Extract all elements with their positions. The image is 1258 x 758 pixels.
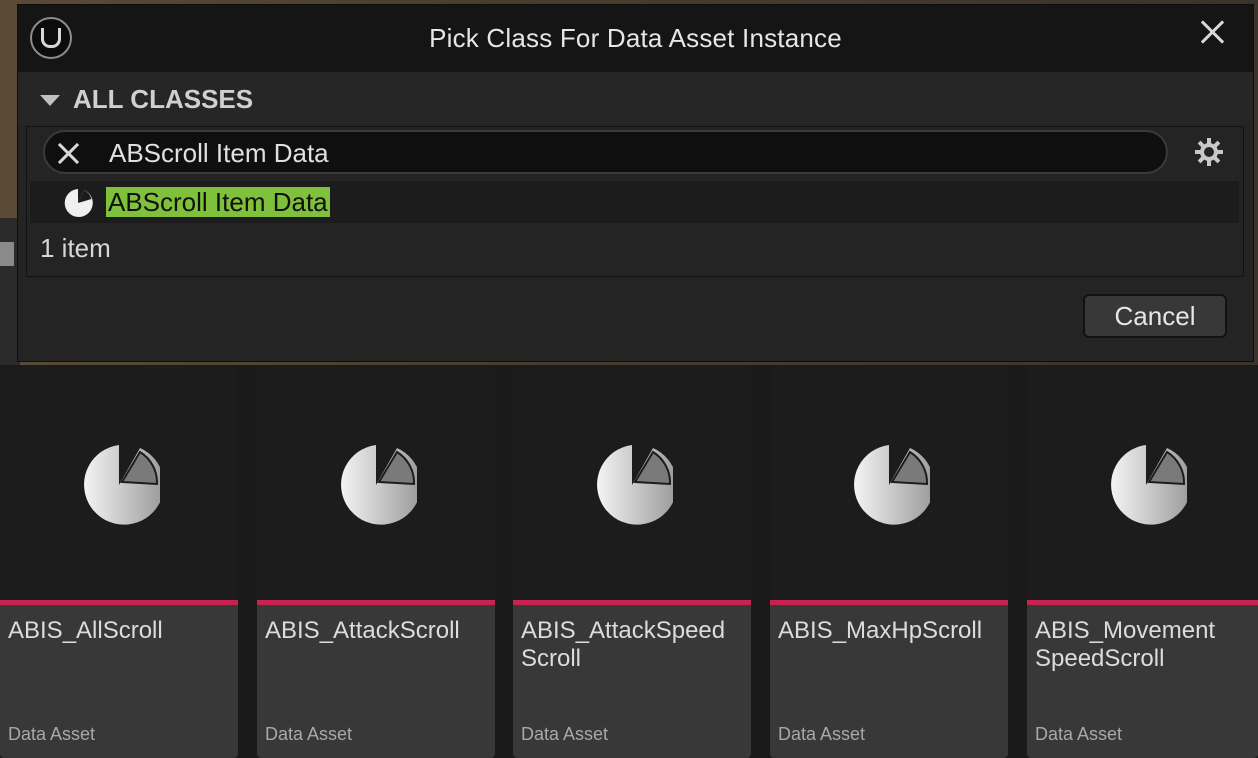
asset-type: Data Asset (778, 724, 866, 744)
asset-thumbnail (1027, 366, 1258, 600)
asset-name: ABIS_AttackScroll (265, 617, 460, 644)
asset-tile[interactable]: ABIS_AttackSpeed Scroll Data Asset (513, 366, 751, 758)
asset-info: ABIS_AttackScroll Data Asset (257, 605, 495, 758)
search-input[interactable] (109, 136, 1109, 170)
dialog-title: Pick Class For Data Asset Instance (429, 23, 842, 53)
asset-name: ABIS_AllScroll (8, 617, 163, 644)
asset-name: ABIS_MaxHpScroll (778, 617, 983, 644)
asset-name: ABIS_AttackSpeed Scroll (521, 617, 726, 672)
all-classes-header[interactable]: ALL CLASSES (18, 72, 1253, 124)
asset-info: ABIS_AllScroll Data Asset (0, 605, 238, 758)
search-row (18, 124, 1253, 180)
asset-thumbnail (770, 366, 1008, 600)
pick-class-dialog: Pick Class For Data Asset Instance ALL C… (17, 4, 1254, 362)
cancel-button[interactable]: Cancel (1083, 294, 1227, 338)
pie-chart-icon (1111, 445, 1187, 525)
close-icon[interactable] (1197, 17, 1227, 47)
asset-tiles: ABIS_AllScroll Data Asset ABIS_AttackScr… (0, 366, 1258, 758)
asset-info: ABIS_MaxHpScroll Data Asset (770, 605, 1008, 758)
asset-info: ABIS_Movement SpeedScroll Data Asset (1027, 605, 1258, 758)
dialog-titlebar: Pick Class For Data Asset Instance (18, 5, 1253, 72)
asset-tile[interactable]: ABIS_AttackScroll Data Asset (257, 366, 495, 758)
asset-type: Data Asset (8, 724, 96, 744)
class-result-label: ABScroll Item Data (106, 187, 330, 217)
asset-type: Data Asset (1035, 724, 1123, 744)
class-result-row[interactable]: ABScroll Item Data (30, 181, 1239, 223)
asset-tile[interactable]: ABIS_MaxHpScroll Data Asset (770, 366, 1008, 758)
item-count: 1 item (40, 233, 111, 263)
gear-icon[interactable] (1193, 136, 1225, 168)
clear-search-icon[interactable] (57, 142, 79, 164)
search-box (43, 130, 1168, 174)
asset-thumbnail (513, 366, 751, 600)
asset-thumbnail (257, 366, 495, 600)
caret-down-icon[interactable] (40, 95, 60, 106)
editor-glyph (0, 242, 14, 266)
pie-chart-icon (597, 445, 673, 525)
asset-type: Data Asset (521, 724, 609, 744)
asset-thumbnail (0, 366, 238, 600)
pie-chart-icon (854, 445, 930, 525)
asset-info: ABIS_AttackSpeed Scroll Data Asset (513, 605, 751, 758)
pie-chart-icon (64, 189, 93, 217)
asset-name: ABIS_Movement SpeedScroll (1035, 617, 1216, 672)
asset-tile[interactable]: ABIS_AllScroll Data Asset (0, 366, 238, 758)
asset-tile[interactable]: ABIS_Movement SpeedScroll Data Asset (1027, 366, 1258, 758)
pie-chart-icon (341, 445, 417, 525)
all-classes-label: ALL CLASSES (73, 84, 254, 114)
pie-chart-icon (84, 445, 160, 525)
asset-type: Data Asset (265, 724, 353, 744)
